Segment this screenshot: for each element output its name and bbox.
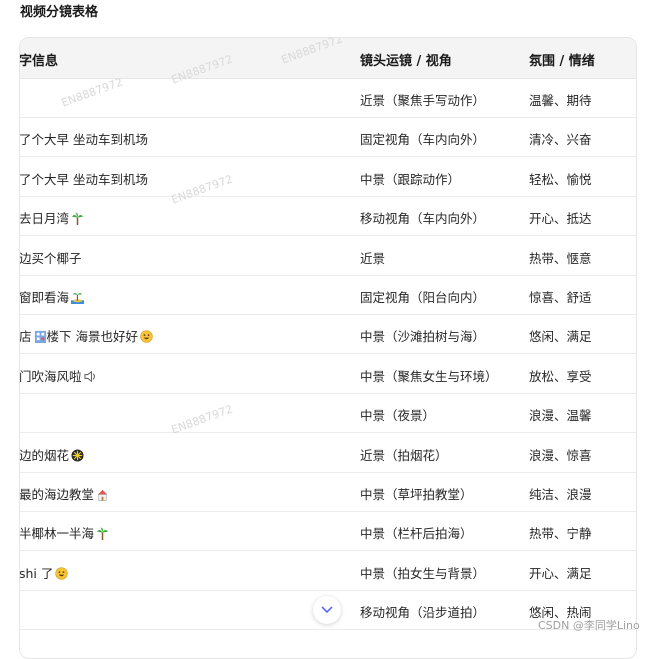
hotel-icon bbox=[32, 329, 47, 344]
chevron-down-icon bbox=[321, 606, 333, 614]
speaker-icon bbox=[82, 369, 97, 384]
cell-text: 边的烟花 bbox=[19, 447, 70, 463]
cell-camera: 移动视角（沿步道拍） bbox=[360, 605, 486, 621]
cell-mood: 轻松、愉悦 bbox=[529, 171, 592, 187]
cell-camera: 移动视角（车内向外） bbox=[360, 211, 486, 227]
cell-text-info: 了个大早 坐动车到机场 bbox=[19, 129, 148, 148]
cell-camera: 近景（拍烟花） bbox=[360, 447, 448, 463]
scroll-down-button[interactable] bbox=[313, 596, 341, 624]
page-title: 视频分镜表格 bbox=[20, 5, 99, 20]
cell-camera: 固定视角（车内向外） bbox=[360, 132, 486, 148]
cell-camera: 中景（聚焦女生与环境） bbox=[360, 368, 498, 384]
table-row: shi 了 中景（拍女生与背景） 开心、满足 bbox=[20, 551, 636, 591]
church-icon bbox=[94, 487, 109, 502]
cell-mood: 悠闲、满足 bbox=[529, 329, 592, 345]
cell-text-info: 半椰林一半海 bbox=[19, 523, 109, 542]
cell-camera: 中景（跟踪动作） bbox=[360, 171, 461, 187]
storyboard-table: 字信息 镜头运镜 / 视角 氛围 / 情绪 近景（聚焦手写动作） 温馨、期待了个大… bbox=[19, 37, 637, 659]
cell-text: 了个大早 坐动车到机场 bbox=[19, 132, 148, 148]
credit-text: CSDN @李同学Lino bbox=[538, 619, 640, 632]
table-row: 门吹海风啦 中景（聚焦女生与环境） 放松、享受 bbox=[20, 354, 636, 394]
header-text-info: 字信息 bbox=[19, 54, 59, 69]
cell-text: shi 了 bbox=[19, 565, 54, 581]
cell-camera: 中景（拍女生与背景） bbox=[360, 565, 486, 581]
cell-mood: 惊喜、舒适 bbox=[529, 290, 592, 305]
cell-text: 楼下 海景也好好 bbox=[46, 329, 138, 345]
table-row: 中景（夜景） 浪漫、温馨 bbox=[20, 393, 636, 434]
cell-text: 半椰林一半海 bbox=[19, 526, 95, 542]
cell-camera: 中景（夜景） bbox=[360, 408, 436, 424]
cell-mood: 温馨、期待 bbox=[529, 93, 592, 108]
table-row: 店楼下 海景也好好 中景（沙滩拍树与海） 悠闲、满足 bbox=[19, 314, 636, 355]
firework-icon bbox=[69, 448, 84, 463]
table-row: 窗即看海 固定视角（阳台向内） 惊喜、舒适 bbox=[20, 275, 636, 315]
table-row: 边买个椰子 近景 热带、惬意 bbox=[20, 236, 636, 276]
palm-tree-icon bbox=[69, 211, 84, 226]
header-mood: 氛围 / 情绪 bbox=[529, 54, 595, 69]
cell-camera: 中景（沙滩拍树与海） bbox=[360, 329, 486, 345]
table-row: 去日月湾 移动视角（车内向外） 开心、抵达 bbox=[19, 196, 636, 237]
table-row: 最的海边教堂 中景（草坪拍教堂） 纯洁、浪漫 bbox=[20, 472, 636, 512]
smile-icon bbox=[53, 566, 69, 581]
cell-text-info: 去日月湾 bbox=[19, 208, 84, 227]
cell-mood: 热带、惬意 bbox=[529, 250, 592, 266]
table-row: 半椰林一半海 中景（栏杆后拍海） 热带、宁静 bbox=[19, 511, 636, 552]
cell-text-info: 门吹海风啦 bbox=[19, 366, 97, 385]
smile-icon bbox=[138, 329, 153, 344]
cell-mood: 开心、满足 bbox=[529, 565, 592, 581]
cell-text-info: 边的烟花 bbox=[19, 445, 84, 464]
cell-text: 了个大早 坐动车到机场 bbox=[19, 171, 148, 187]
cell-text-info: 边买个椰子 bbox=[19, 248, 82, 267]
island-icon bbox=[69, 290, 85, 305]
cell-text: 去日月湾 bbox=[19, 211, 70, 227]
cell-camera: 近景 bbox=[360, 250, 386, 266]
header-camera: 镜头运镜 / 视角 bbox=[360, 54, 452, 69]
cell-text: 窗即看海 bbox=[19, 290, 70, 305]
cell-text-info: shi 了 bbox=[19, 563, 69, 582]
cell-mood: 清冷、兴奋 bbox=[529, 132, 592, 148]
cell-text-info: 了个大早 坐动车到机场 bbox=[19, 169, 148, 188]
cell-text: 门吹海风啦 bbox=[19, 368, 82, 384]
cell-text-info: 店楼下 海景也好好 bbox=[19, 326, 153, 345]
cell-camera: 固定视角（阳台向内） bbox=[360, 290, 486, 305]
cell-mood: 纯洁、浪漫 bbox=[529, 487, 592, 502]
cell-camera: 中景（栏杆后拍海） bbox=[360, 526, 473, 542]
cell-mood: 热带、宁静 bbox=[529, 526, 592, 542]
cell-text: 边买个椰子 bbox=[19, 250, 82, 266]
cell-camera: 近景（聚焦手写动作） bbox=[360, 93, 486, 108]
cell-mood: 开心、抵达 bbox=[529, 211, 592, 227]
table-row: 了个大早 坐动车到机场 中景（跟踪动作） 轻松、愉悦 bbox=[20, 157, 636, 197]
cell-text: 店 bbox=[19, 329, 32, 345]
cell-camera: 中景（草坪拍教堂） bbox=[360, 487, 473, 502]
cell-mood: 放松、享受 bbox=[529, 368, 592, 384]
cell-text: 最的海边教堂 bbox=[19, 487, 95, 502]
cell-mood: 浪漫、温馨 bbox=[529, 408, 592, 424]
table-row: 了个大早 坐动车到机场 固定视角（车内向外） 清冷、兴奋 bbox=[19, 117, 636, 158]
cell-text-info: 窗即看海 bbox=[19, 287, 85, 306]
palm-tree-icon bbox=[94, 526, 109, 541]
cell-text-info: 最的海边教堂 bbox=[19, 484, 109, 503]
table-row: 边的烟花 近景（拍烟花） 浪漫、惊喜 bbox=[20, 433, 636, 473]
cell-mood: 浪漫、惊喜 bbox=[529, 447, 592, 463]
